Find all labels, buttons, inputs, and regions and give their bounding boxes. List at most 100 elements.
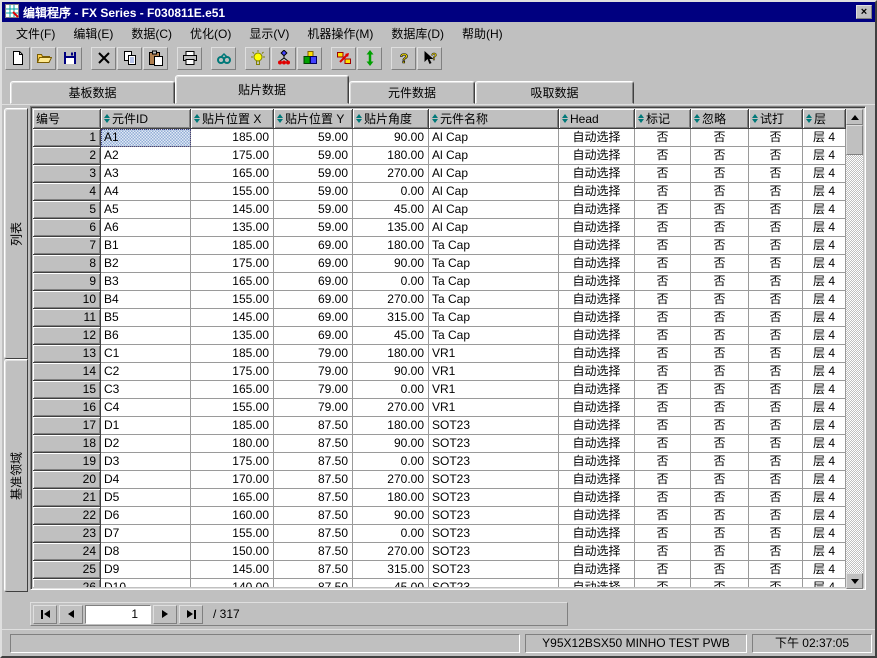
grid-cell[interactable]: 否 <box>691 453 749 471</box>
grid-cell[interactable]: Ta Cap <box>429 309 559 327</box>
grid-cell[interactable]: 0.00 <box>353 525 429 543</box>
origin-x-button[interactable] <box>331 47 356 70</box>
row-number-cell[interactable]: 25 <box>33 561 101 579</box>
grid-cell[interactable]: 69.00 <box>274 309 353 327</box>
row-number-cell[interactable]: 10 <box>33 291 101 309</box>
grid-cell[interactable]: 自动选择 <box>559 147 635 165</box>
grid-cell[interactable]: 79.00 <box>274 399 353 417</box>
grid-cell[interactable]: 自动选择 <box>559 309 635 327</box>
grid-cell[interactable]: D5 <box>101 489 191 507</box>
grid-cell[interactable]: 155.00 <box>191 399 274 417</box>
grid-cell[interactable]: 自动选择 <box>559 201 635 219</box>
grid-cell[interactable]: 165.00 <box>191 273 274 291</box>
menu-database[interactable]: 数据库(D) <box>382 22 453 45</box>
grid-cell[interactable]: 层 4 <box>803 453 846 471</box>
grid-cell[interactable]: Ta Cap <box>429 255 559 273</box>
delete-button[interactable] <box>91 47 116 70</box>
column-header[interactable]: 元件ID <box>101 109 191 129</box>
grid-cell[interactable]: SOT23 <box>429 489 559 507</box>
grid-cell[interactable]: 否 <box>749 561 803 579</box>
grid-cell[interactable]: 90.00 <box>353 255 429 273</box>
grid-cell[interactable]: 层 4 <box>803 129 846 147</box>
grid-cell[interactable]: 0.00 <box>353 381 429 399</box>
grid-cell[interactable]: 175.00 <box>191 453 274 471</box>
grid-cell[interactable]: SOT23 <box>429 561 559 579</box>
grid-cell[interactable]: 层 4 <box>803 543 846 561</box>
open-file-button[interactable] <box>31 47 56 70</box>
grid-cell[interactable]: 155.00 <box>191 183 274 201</box>
grid-cell[interactable]: 否 <box>749 291 803 309</box>
grid-cell[interactable]: 否 <box>691 255 749 273</box>
row-number-cell[interactable]: 23 <box>33 525 101 543</box>
grid-cell[interactable]: Al Cap <box>429 147 559 165</box>
grid-cell[interactable]: 315.00 <box>353 309 429 327</box>
grid-cell[interactable]: 否 <box>635 165 691 183</box>
grid-cell[interactable]: 自动选择 <box>559 453 635 471</box>
grid-cell[interactable]: 层 4 <box>803 525 846 543</box>
grid-cell[interactable]: 165.00 <box>191 165 274 183</box>
grid-cell[interactable]: B4 <box>101 291 191 309</box>
close-button[interactable]: × <box>856 5 872 19</box>
grid-cell[interactable]: 155.00 <box>191 291 274 309</box>
grid-cell[interactable]: C3 <box>101 381 191 399</box>
grid-cell[interactable]: 135.00 <box>353 219 429 237</box>
grid-cell[interactable]: SOT23 <box>429 471 559 489</box>
row-number-cell[interactable]: 5 <box>33 201 101 219</box>
help-button[interactable]: ? <box>391 47 416 70</box>
grid-cell[interactable]: Al Cap <box>429 183 559 201</box>
grid-cell[interactable]: 否 <box>635 309 691 327</box>
grid-cell[interactable]: SOT23 <box>429 417 559 435</box>
grid-cell[interactable]: 否 <box>635 183 691 201</box>
grid-cell[interactable]: 90.00 <box>353 435 429 453</box>
tab-pickup-data[interactable]: 吸取数据 <box>475 81 634 104</box>
grid-cell[interactable]: 否 <box>749 183 803 201</box>
scroll-thumb[interactable] <box>846 125 863 155</box>
row-number-cell[interactable]: 11 <box>33 309 101 327</box>
grid-cell[interactable]: 自动选择 <box>559 219 635 237</box>
grid-cell[interactable]: 否 <box>635 363 691 381</box>
grid-cell[interactable]: D4 <box>101 471 191 489</box>
row-number-cell[interactable]: 18 <box>33 435 101 453</box>
grid-cell[interactable]: 层 4 <box>803 273 846 291</box>
grid-cell[interactable]: 否 <box>749 471 803 489</box>
grid-cell[interactable]: 层 4 <box>803 201 846 219</box>
grid-cell[interactable]: 90.00 <box>353 129 429 147</box>
grid-cell[interactable]: 层 4 <box>803 147 846 165</box>
row-number-cell[interactable]: 14 <box>33 363 101 381</box>
vertical-scrollbar[interactable] <box>846 109 863 589</box>
grid-cell[interactable]: 自动选择 <box>559 165 635 183</box>
column-header[interactable]: Head <box>559 109 635 129</box>
grid-cell[interactable]: 否 <box>691 291 749 309</box>
grid-cell[interactable]: 自动选择 <box>559 237 635 255</box>
grid-cell[interactable]: 87.50 <box>274 453 353 471</box>
grid-cell[interactable]: 155.00 <box>191 525 274 543</box>
grid-cell[interactable]: 145.00 <box>191 561 274 579</box>
grid-cell[interactable]: 135.00 <box>191 219 274 237</box>
menu-help[interactable]: 帮助(H) <box>453 22 512 45</box>
menu-edit[interactable]: 编辑(E) <box>64 22 122 45</box>
grid-cell[interactable]: 否 <box>691 561 749 579</box>
grid-cell[interactable]: VR1 <box>429 399 559 417</box>
grid-cell[interactable]: 否 <box>691 147 749 165</box>
grid-cell[interactable]: 否 <box>749 435 803 453</box>
grid-cell[interactable]: Ta Cap <box>429 291 559 309</box>
grid-cell[interactable]: SOT23 <box>429 435 559 453</box>
grid-cell[interactable]: 层 4 <box>803 183 846 201</box>
grid-cell[interactable]: 69.00 <box>274 291 353 309</box>
grid-cell[interactable]: B1 <box>101 237 191 255</box>
grid-cell[interactable]: 否 <box>635 507 691 525</box>
grid-cell[interactable]: 否 <box>749 345 803 363</box>
column-header[interactable]: 元件名称 <box>429 109 559 129</box>
row-number-cell[interactable]: 1 <box>33 129 101 147</box>
grid-cell[interactable]: 87.50 <box>274 471 353 489</box>
grid-cell[interactable]: 否 <box>635 543 691 561</box>
grid-cell[interactable]: 自动选择 <box>559 363 635 381</box>
grid-cell[interactable]: D8 <box>101 543 191 561</box>
row-number-cell[interactable]: 21 <box>33 489 101 507</box>
column-header[interactable]: 贴片位置 Y <box>274 109 353 129</box>
grid-cell[interactable]: B5 <box>101 309 191 327</box>
grid-cell[interactable]: 270.00 <box>353 399 429 417</box>
grid-cell[interactable]: 自动选择 <box>559 579 635 587</box>
grid-cell[interactable]: 否 <box>635 453 691 471</box>
grid-cell[interactable]: 45.00 <box>353 327 429 345</box>
